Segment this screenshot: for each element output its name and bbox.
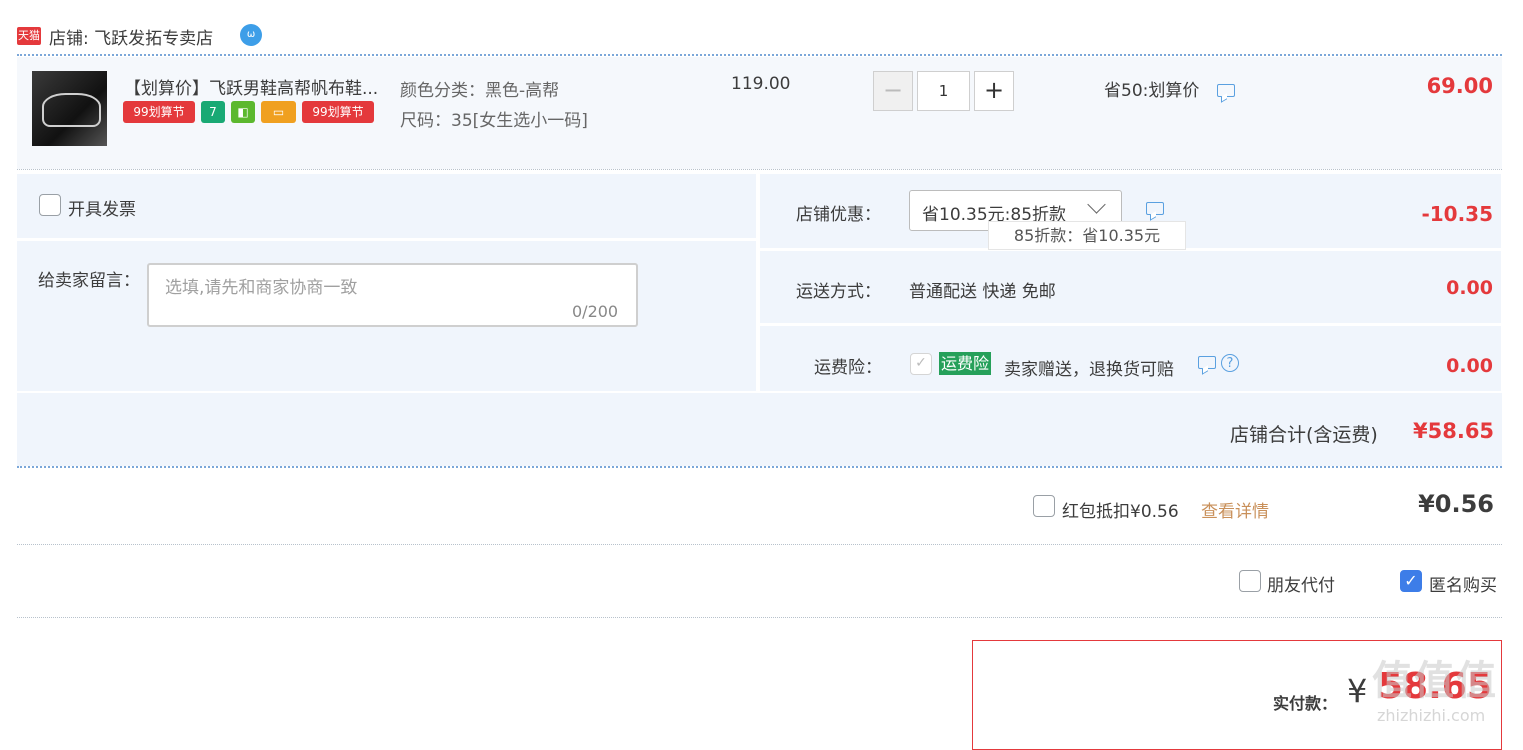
invoice-checkbox[interactable] bbox=[39, 194, 61, 216]
badge-99-icon: 99划算节 bbox=[123, 101, 195, 123]
watermark-domain: zhizhizhi.com bbox=[1377, 706, 1486, 725]
shop-total-label: 店铺合计(含运费) bbox=[1230, 424, 1378, 446]
product-size-attr: 尺码：35[女生选小一码] bbox=[400, 111, 588, 131]
red-packet-value: ¥0.56 bbox=[1418, 490, 1494, 518]
shop-divider bbox=[17, 466, 1502, 468]
shop-discount-label: 店铺优惠： bbox=[796, 205, 881, 225]
payment-label: 实付款： bbox=[1273, 694, 1338, 713]
badge-99-icon: 99划算节 bbox=[302, 101, 374, 123]
red-packet-checkbox[interactable] bbox=[1033, 495, 1055, 517]
message-placeholder: 选填,请先和商家协商一致 bbox=[165, 278, 358, 298]
shipping-label: 运送方式： bbox=[796, 282, 881, 302]
red-packet-details-link[interactable]: 查看详情 bbox=[1201, 497, 1269, 522]
quantity-input[interactable]: 1 bbox=[917, 71, 970, 111]
insurance-checkbox: ✓ bbox=[910, 353, 932, 375]
shipping-value: 普通配送 快递 免邮 bbox=[909, 282, 1056, 302]
insurance-tag: 运费险 bbox=[939, 352, 992, 375]
quantity-plus-button[interactable]: + bbox=[974, 71, 1014, 111]
divider bbox=[17, 544, 1502, 545]
shop-divider bbox=[17, 54, 1502, 56]
message-char-counter: 0/200 bbox=[572, 302, 619, 321]
product-title[interactable]: 【划算价】飞跃男鞋高帮帆布鞋... bbox=[124, 74, 378, 99]
comment-icon[interactable] bbox=[1198, 356, 1216, 369]
shipping-amount: 0.00 bbox=[1446, 277, 1493, 299]
friend-pay-checkbox[interactable] bbox=[1239, 570, 1261, 592]
product-image[interactable] bbox=[32, 71, 107, 146]
wangwang-chat-icon[interactable]: ω bbox=[240, 24, 262, 46]
badge-guarantee-icon: ◧ bbox=[231, 101, 255, 123]
anonymous-label: 匿名购买 bbox=[1429, 576, 1497, 596]
shop-name[interactable]: 店铺: 飞跃发拓专卖店 bbox=[49, 24, 213, 49]
insurance-label: 运费险： bbox=[814, 358, 882, 378]
insurance-amount: 0.00 bbox=[1446, 355, 1493, 377]
friend-pay-label: 朋友代付 bbox=[1267, 576, 1335, 596]
divider bbox=[17, 169, 1502, 170]
comment-icon[interactable] bbox=[1217, 84, 1235, 97]
item-total: 69.00 bbox=[1426, 74, 1493, 98]
payment-currency: ¥ bbox=[1347, 672, 1368, 710]
invoice-label: 开具发票 bbox=[68, 200, 136, 220]
anonymous-checkbox[interactable]: ✓ bbox=[1400, 570, 1422, 592]
badge-7day-icon: 7 bbox=[201, 101, 225, 123]
help-icon[interactable]: ? bbox=[1221, 354, 1239, 372]
divider bbox=[17, 617, 1502, 618]
watermark-logo: 值值值 bbox=[1372, 658, 1498, 704]
quantity-minus-button[interactable]: − bbox=[873, 71, 913, 111]
shop-total-value: ¥58.65 bbox=[1413, 419, 1495, 443]
comment-icon[interactable] bbox=[1146, 202, 1164, 215]
shop-discount-amount: -10.35 bbox=[1421, 202, 1493, 226]
red-packet-label: 红包抵扣¥0.56 bbox=[1062, 502, 1179, 522]
message-label: 给卖家留言： bbox=[38, 271, 140, 291]
insurance-desc: 卖家赠送，退换货可赔 bbox=[1004, 360, 1174, 380]
tmall-logo: 天猫 bbox=[17, 27, 41, 45]
product-color-attr: 颜色分类：黑色-高帮 bbox=[400, 81, 560, 101]
promo-label: 省50:划算价 bbox=[1104, 81, 1200, 101]
badge-card-icon: ▭ bbox=[261, 101, 296, 123]
discount-tooltip: 85折款：省10.35元 bbox=[988, 221, 1186, 250]
unit-price: 119.00 bbox=[731, 74, 791, 94]
